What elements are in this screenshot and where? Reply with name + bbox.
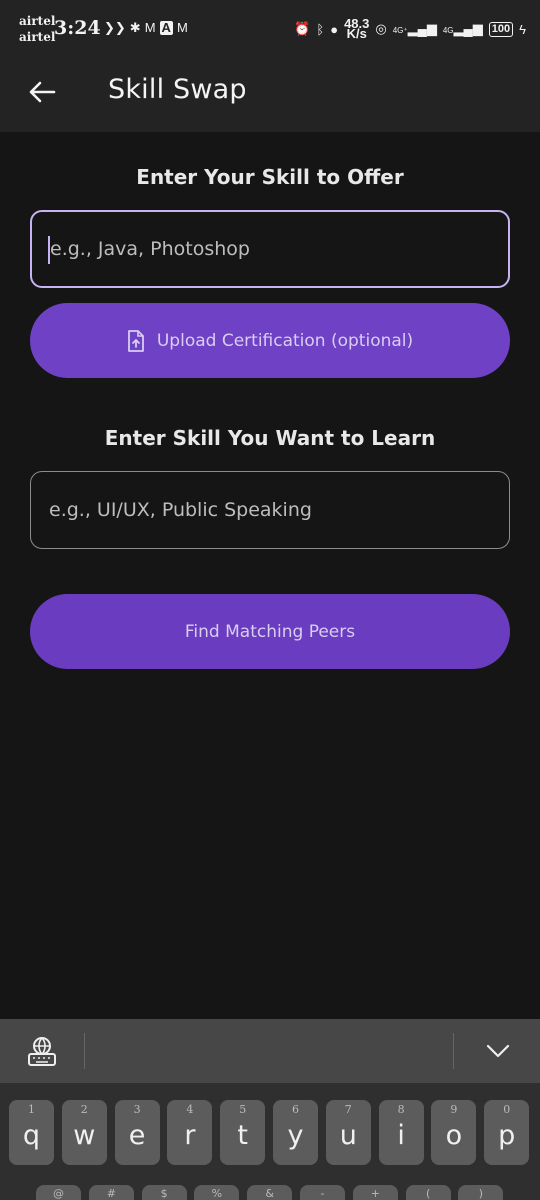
keyboard-language-button[interactable] xyxy=(24,1033,60,1069)
system-icons: ⏰ ᛒ ● 48.3 K/s ◎ 4G⁺▂▄▆ 4G▂▄▆ 100 ϟ xyxy=(294,17,526,41)
key-row2[interactable]: @ xyxy=(36,1185,81,1200)
page-title: Skill Swap xyxy=(108,74,247,105)
key-symbol-hint: $ xyxy=(160,1187,168,1200)
key-u[interactable]: 7u xyxy=(325,1100,371,1165)
key-row2[interactable]: ) xyxy=(458,1185,504,1200)
key-number-hint: 3 xyxy=(133,1103,141,1116)
key-r[interactable]: 4r xyxy=(167,1100,213,1165)
bluetooth-icon: ᛒ xyxy=(316,21,325,37)
key-row2[interactable]: + xyxy=(352,1185,398,1200)
globe-keyboard-icon xyxy=(28,1037,56,1066)
learn-skill-input[interactable] xyxy=(49,472,509,548)
key-symbol-hint: - xyxy=(320,1187,325,1200)
app-bar: Skill Swap xyxy=(0,58,540,132)
key-symbol-hint: # xyxy=(106,1187,116,1200)
hotspot-icon: ◎ xyxy=(375,21,387,36)
back-button[interactable] xyxy=(22,72,62,112)
key-number-hint: 7 xyxy=(344,1103,352,1116)
key-number-hint: 4 xyxy=(186,1103,194,1116)
key-p[interactable]: 0p xyxy=(484,1100,530,1165)
toolbar-divider xyxy=(84,1033,85,1069)
key-letter: o xyxy=(445,1120,463,1151)
toolbar-divider xyxy=(453,1033,454,1069)
key-row2[interactable]: - xyxy=(300,1185,345,1200)
key-letter: r xyxy=(184,1120,196,1151)
key-symbol-hint: + xyxy=(370,1187,380,1200)
key-row2[interactable]: ( xyxy=(405,1185,451,1200)
alarm-icon: ⏰ xyxy=(294,21,311,36)
speed-unit: K/s xyxy=(346,26,367,41)
offer-skill-input[interactable] xyxy=(50,212,508,286)
keyboard-collapse-button[interactable] xyxy=(480,1033,516,1069)
key-number-hint: 0 xyxy=(503,1103,511,1116)
gmail-icon: M xyxy=(176,20,188,35)
key-letter: y xyxy=(287,1120,304,1151)
find-matching-peers-label: Find Matching Peers xyxy=(184,621,356,642)
key-o[interactable]: 9o xyxy=(431,1100,477,1165)
key-row2[interactable]: $ xyxy=(141,1185,187,1200)
keyboard-toolbar xyxy=(0,1019,540,1083)
upload-certification-button[interactable]: Upload Certification (optional) xyxy=(30,303,510,378)
signal-1-icon: 4G⁺▂▄▆ xyxy=(392,21,437,36)
text-cursor xyxy=(48,236,50,264)
offer-skill-field[interactable] xyxy=(30,210,510,288)
key-letter: i xyxy=(397,1120,405,1151)
arrow-left-icon xyxy=(29,81,56,103)
carrier-1: airtel xyxy=(19,14,56,28)
key-symbol-hint: ) xyxy=(478,1187,484,1200)
key-number-hint: 2 xyxy=(80,1103,88,1116)
key-symbol-hint: ( xyxy=(425,1187,431,1200)
key-row2[interactable]: & xyxy=(247,1185,293,1200)
puzzle-icon: ✱ xyxy=(129,20,141,35)
key-letter: p xyxy=(498,1120,516,1151)
key-number-hint: 6 xyxy=(292,1103,299,1116)
location-icon: ● xyxy=(330,21,339,37)
key-letter: e xyxy=(128,1120,146,1151)
key-symbol-hint: & xyxy=(265,1187,274,1200)
key-symbol-hint: @ xyxy=(53,1187,64,1200)
key-y[interactable]: 6y xyxy=(273,1100,318,1165)
learn-heading: Enter Skill You Want to Learn xyxy=(104,426,436,450)
key-number-hint: 8 xyxy=(397,1103,405,1116)
key-number-hint: 5 xyxy=(239,1103,247,1116)
charging-icon: ϟ xyxy=(519,21,526,37)
app-a-icon: A xyxy=(159,20,173,35)
status-clock: 3:24 xyxy=(54,17,101,39)
chevron-down-icon xyxy=(486,1044,510,1058)
offer-heading: Enter Your Skill to Offer xyxy=(136,165,404,189)
key-w[interactable]: 2w xyxy=(61,1100,107,1165)
key-q[interactable]: 1q xyxy=(9,1100,54,1165)
key-row2[interactable]: # xyxy=(88,1185,134,1200)
gmail-icon: M xyxy=(144,20,156,35)
file-upload-icon xyxy=(127,329,144,352)
learn-skill-field[interactable] xyxy=(30,471,510,549)
find-matching-peers-button[interactable]: Find Matching Peers xyxy=(30,594,510,669)
key-e[interactable]: 3e xyxy=(114,1100,160,1165)
status-bar: airtel airtel 3:24 ❯❯ ✱ M A M ⏰ ᛒ ● 48.3… xyxy=(0,0,540,58)
key-number-hint: 9 xyxy=(450,1103,458,1116)
network-speed: 48.3 K/s xyxy=(344,17,369,41)
key-t[interactable]: 5t xyxy=(220,1100,266,1165)
carrier-2: airtel xyxy=(19,30,56,44)
key-symbol-hint: % xyxy=(211,1187,223,1200)
vpn-icon: ❯❯ xyxy=(104,20,126,35)
key-letter: w xyxy=(73,1120,96,1151)
key-number-hint: 1 xyxy=(28,1103,35,1116)
key-row2[interactable]: % xyxy=(194,1185,240,1200)
battery-indicator: 100 xyxy=(488,21,514,37)
key-letter: q xyxy=(22,1120,41,1151)
key-letter: u xyxy=(339,1120,357,1151)
key-letter: t xyxy=(237,1120,248,1151)
signal-2-icon: 4G▂▄▆ xyxy=(442,21,483,36)
notification-icons: ❯❯ ✱ M A M xyxy=(104,21,188,35)
upload-certification-label: Upload Certification (optional) xyxy=(156,330,414,351)
keyboard: 1q2w3e4r5t6y7u8i9o0p @ # $% & - +() xyxy=(0,1083,540,1200)
key-i[interactable]: 8i xyxy=(378,1100,424,1165)
